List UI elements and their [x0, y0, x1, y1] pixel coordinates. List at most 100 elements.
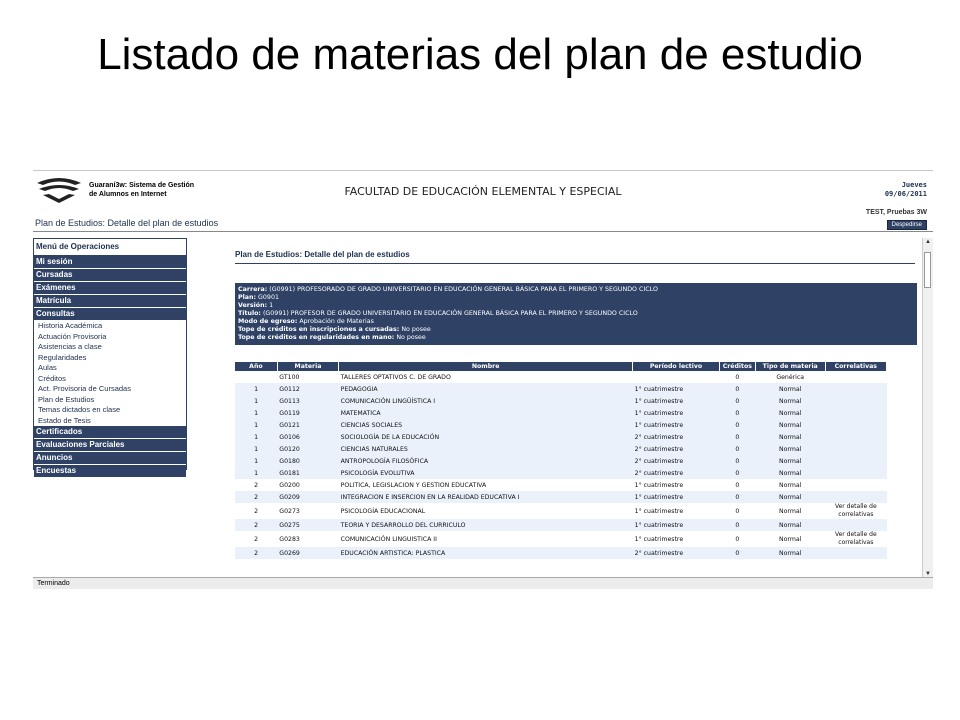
- cell-materia: G0113: [277, 395, 339, 407]
- col-header-periodo: Período lectivo: [632, 362, 720, 371]
- menu-item-mi-sesion[interactable]: Mi sesión: [34, 256, 186, 269]
- cell-periodo: 1° cuatrimestre: [632, 519, 720, 531]
- cell-tipo: Normal: [755, 419, 826, 431]
- table-row: 1 G0121 CIENCIAS SOCIALES 1° cuatrimestre 0 N…: [235, 419, 887, 431]
- menu-subitem-historia[interactable]: Historia Académica: [34, 321, 186, 332]
- menu-subitem-creditos[interactable]: Créditos: [34, 374, 186, 385]
- main-content: Plan de Estudios: Detalle del plan de es…: [191, 238, 921, 578]
- table-row: 1 G0120 CIENCIAS NATURALES 2° cuatrimestre 0…: [235, 443, 887, 455]
- table-row: 2 G0200 POLITICA, LEGISLACION Y GESTION ED…: [235, 479, 887, 491]
- cell-periodo: 2° cuatrimestre: [632, 547, 720, 559]
- cell-nombre: PSICOLOGÍA EDUCACIONAL: [338, 503, 633, 519]
- cell-creditos: 0: [719, 407, 756, 419]
- cell-tipo: Normal: [755, 407, 826, 419]
- info-titulo: Título: (G0991) PROFESOR DE GRADO UNIVER…: [238, 310, 638, 317]
- vertical-scrollbar[interactable]: ▲ ▼: [922, 238, 933, 578]
- col-header-ano: Año: [235, 362, 278, 371]
- logout-button[interactable]: Despedirse: [886, 220, 927, 230]
- menu-subitem-asistencias[interactable]: Asistencias a clase: [34, 342, 186, 353]
- menu-subitem-temas[interactable]: Temas dictados en clase: [34, 405, 186, 416]
- title-divider: [235, 263, 915, 264]
- info-carrera: Carrera: (G0991) PROFESORADO DE GRADO UN…: [238, 286, 658, 293]
- cell-creditos: 0: [719, 419, 756, 431]
- menu-item-consultas[interactable]: Consultas: [34, 308, 186, 321]
- cell-nombre: TALLERES OPTATIVOS C. DE GRADO: [338, 371, 633, 383]
- cell-materia: G0200: [277, 479, 339, 491]
- cell-materia: G0180: [277, 455, 339, 467]
- cell-periodo: 1° cuatrimestre: [632, 531, 720, 547]
- cell-tipo: Normal: [755, 443, 826, 455]
- menu-item-evaluaciones[interactable]: Evaluaciones Parciales: [34, 439, 186, 452]
- cell-periodo: 1° cuatrimestre: [632, 491, 720, 503]
- cell-materia: G0273: [277, 503, 339, 519]
- cell-correlativas: [825, 395, 887, 407]
- info-tope1: Tope de créditos en inscripciones a curs…: [238, 326, 431, 333]
- cell-periodo: 1° cuatrimestre: [632, 419, 720, 431]
- operations-menu: Menú de Operaciones Mi sesión Cursadas E…: [33, 238, 187, 478]
- cell-creditos: 0: [719, 479, 756, 491]
- cell-nombre: INTEGRACION E INSERCION EN LA REALIDAD E…: [338, 491, 633, 503]
- cell-creditos: 0: [719, 519, 756, 531]
- menu-subitem-regularidades[interactable]: Regularidades: [34, 353, 186, 364]
- cell-nombre: CIENCIAS NATURALES: [338, 443, 633, 455]
- cell-ano: 2: [235, 503, 278, 519]
- cell-tipo: Normal: [755, 519, 826, 531]
- cell-materia: G0119: [277, 407, 339, 419]
- table-row: 2 G0273 PSICOLOGÍA EDUCACIONAL 1° cuatrimes…: [235, 503, 887, 519]
- menu-item-examenes[interactable]: Exámenes: [34, 282, 186, 295]
- cell-ano: 1: [235, 383, 278, 395]
- menu-subitem-plan-estudios[interactable]: Plan de Estudios: [34, 395, 186, 406]
- menu-item-encuestas[interactable]: Encuestas: [34, 465, 186, 478]
- menu-item-matricula[interactable]: Matrícula: [34, 295, 186, 308]
- cell-periodo: 2° cuatrimestre: [632, 431, 720, 443]
- menu-item-certificados[interactable]: Certificados: [34, 426, 186, 439]
- cell-creditos: 0: [719, 491, 756, 503]
- page-title: Plan de Estudios: Detalle del plan de es…: [235, 250, 410, 259]
- cell-ano: 2: [235, 531, 278, 547]
- cell-periodo: [632, 371, 720, 383]
- info-plan: Plan: G0901: [238, 294, 279, 301]
- menu-item-cursadas[interactable]: Cursadas: [34, 269, 186, 282]
- correlativas-link[interactable]: Ver detalle de correlativas: [825, 531, 887, 547]
- cell-correlativas: [825, 371, 887, 383]
- plan-info-box: Carrera: (G0991) PROFESORADO DE GRADO UN…: [235, 283, 917, 345]
- correlativas-link[interactable]: Ver detalle de correlativas: [825, 503, 887, 519]
- table-row: 2 G0275 TEORIA Y DESARROLLO DEL CURRICULO 1…: [235, 519, 887, 531]
- cell-ano: 1: [235, 443, 278, 455]
- cell-tipo: Normal: [755, 395, 826, 407]
- menu-item-anuncios[interactable]: Anuncios: [34, 452, 186, 465]
- cell-creditos: 0: [719, 395, 756, 407]
- cell-periodo: 1° cuatrimestre: [632, 479, 720, 491]
- col-header-correlativas: Correlativas: [825, 362, 888, 371]
- cell-periodo: 2° cuatrimestre: [632, 455, 720, 467]
- menu-subitem-tesis[interactable]: Estado de Tesis: [34, 416, 186, 427]
- scrollbar-thumb[interactable]: [924, 252, 931, 288]
- cell-materia: G0275: [277, 519, 339, 531]
- cell-ano: [235, 371, 278, 383]
- table-row: 1 G0113 COMUNICACIÓN LINGÜÍSTICA I 1° cuatr…: [235, 395, 887, 407]
- cell-materia: G0120: [277, 443, 339, 455]
- app-header: Guaraní3w: Sistema de Gestión de Alumnos…: [33, 171, 933, 216]
- col-header-creditos: Créditos: [719, 362, 756, 371]
- cell-correlativas: [825, 479, 887, 491]
- table-row: 1 G0181 PSICOLOGÍA EVOLUTIVA 2° cuatrimestr…: [235, 467, 887, 479]
- cell-nombre: PSICOLOGÍA EVOLUTIVA: [338, 467, 633, 479]
- table-row: 1 G0106 SOCIOLOGÍA DE LA EDUCACIÓN 2° cuatr…: [235, 431, 887, 443]
- cell-tipo: Normal: [755, 491, 826, 503]
- menu-subitem-aulas[interactable]: Aulas: [34, 363, 186, 374]
- cell-creditos: 0: [719, 431, 756, 443]
- cell-correlativas: [825, 443, 887, 455]
- menu-heading: Menú de Operaciones: [34, 239, 186, 256]
- info-version: Versión: 1: [238, 302, 274, 309]
- cell-tipo[interactable]: Genérica: [755, 371, 826, 383]
- menu-subitem-act-provisoria[interactable]: Act. Provisoria de Cursadas: [34, 384, 186, 395]
- menu-subitem-actuacion[interactable]: Actuación Provisoria: [34, 332, 186, 343]
- status-bar: Terminado: [33, 577, 933, 589]
- cell-periodo: 2° cuatrimestre: [632, 443, 720, 455]
- cell-nombre: ANTROPOLOGÍA FILOSÓFICA: [338, 455, 633, 467]
- scroll-up-arrow-icon[interactable]: ▲: [925, 239, 931, 245]
- cell-periodo: 1° cuatrimestre: [632, 383, 720, 395]
- cell-creditos: 0: [719, 455, 756, 467]
- cell-correlativas: [825, 419, 887, 431]
- cell-correlativas: [825, 519, 887, 531]
